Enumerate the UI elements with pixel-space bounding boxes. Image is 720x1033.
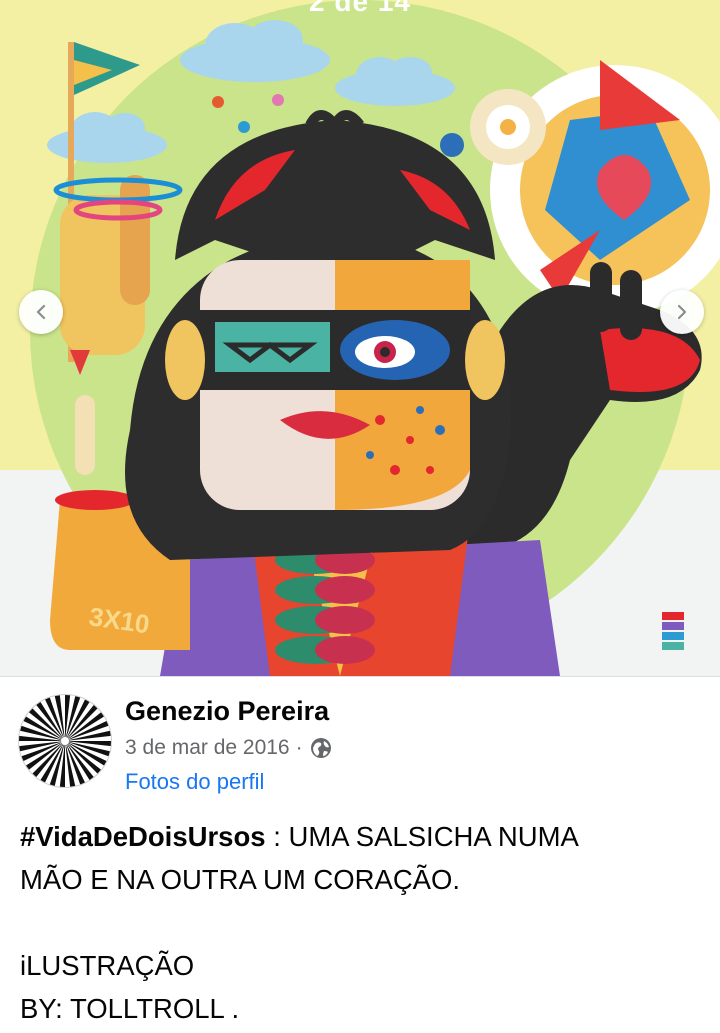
caption-line: iLUSTRAÇÃO bbox=[20, 950, 195, 981]
meta-separator: · bbox=[295, 736, 303, 759]
divider bbox=[0, 676, 720, 677]
post-illustration: 3X10 bbox=[0, 0, 720, 676]
next-photo-button[interactable] bbox=[660, 290, 704, 334]
globe-icon bbox=[310, 738, 331, 758]
chevron-right-icon bbox=[677, 304, 687, 320]
album-link[interactable]: Fotos do perfil bbox=[125, 769, 264, 795]
caption-line: BY: TOLLTROLL . bbox=[20, 993, 240, 1024]
avatar[interactable] bbox=[18, 694, 112, 788]
author-name[interactable]: Genezio Pereira bbox=[125, 696, 329, 727]
post-meta: 3 de mar de 2016 · bbox=[125, 736, 333, 760]
caption-line: #VidaDeDoisUrsos : UMA SALSICHA NUMA bbox=[20, 815, 710, 858]
previous-photo-button[interactable] bbox=[19, 290, 63, 334]
hashtag-link[interactable]: #VidaDeDoisUrsos bbox=[20, 821, 266, 852]
post-caption: #VidaDeDoisUrsos : UMA SALSICHA NUMA MÃO… bbox=[20, 815, 710, 1030]
post-date[interactable]: 3 de mar de 2016 bbox=[125, 736, 290, 760]
photo-counter: 2 de 14 bbox=[309, 0, 411, 17]
chevron-left-icon bbox=[36, 304, 46, 320]
caption-text: : UMA SALSICHA NUMA bbox=[265, 821, 579, 852]
caption-line: MÃO E NA OUTRA UM CORAÇÃO. bbox=[20, 864, 461, 895]
photo-viewer: 3X10 2 de 14 bbox=[0, 0, 720, 676]
